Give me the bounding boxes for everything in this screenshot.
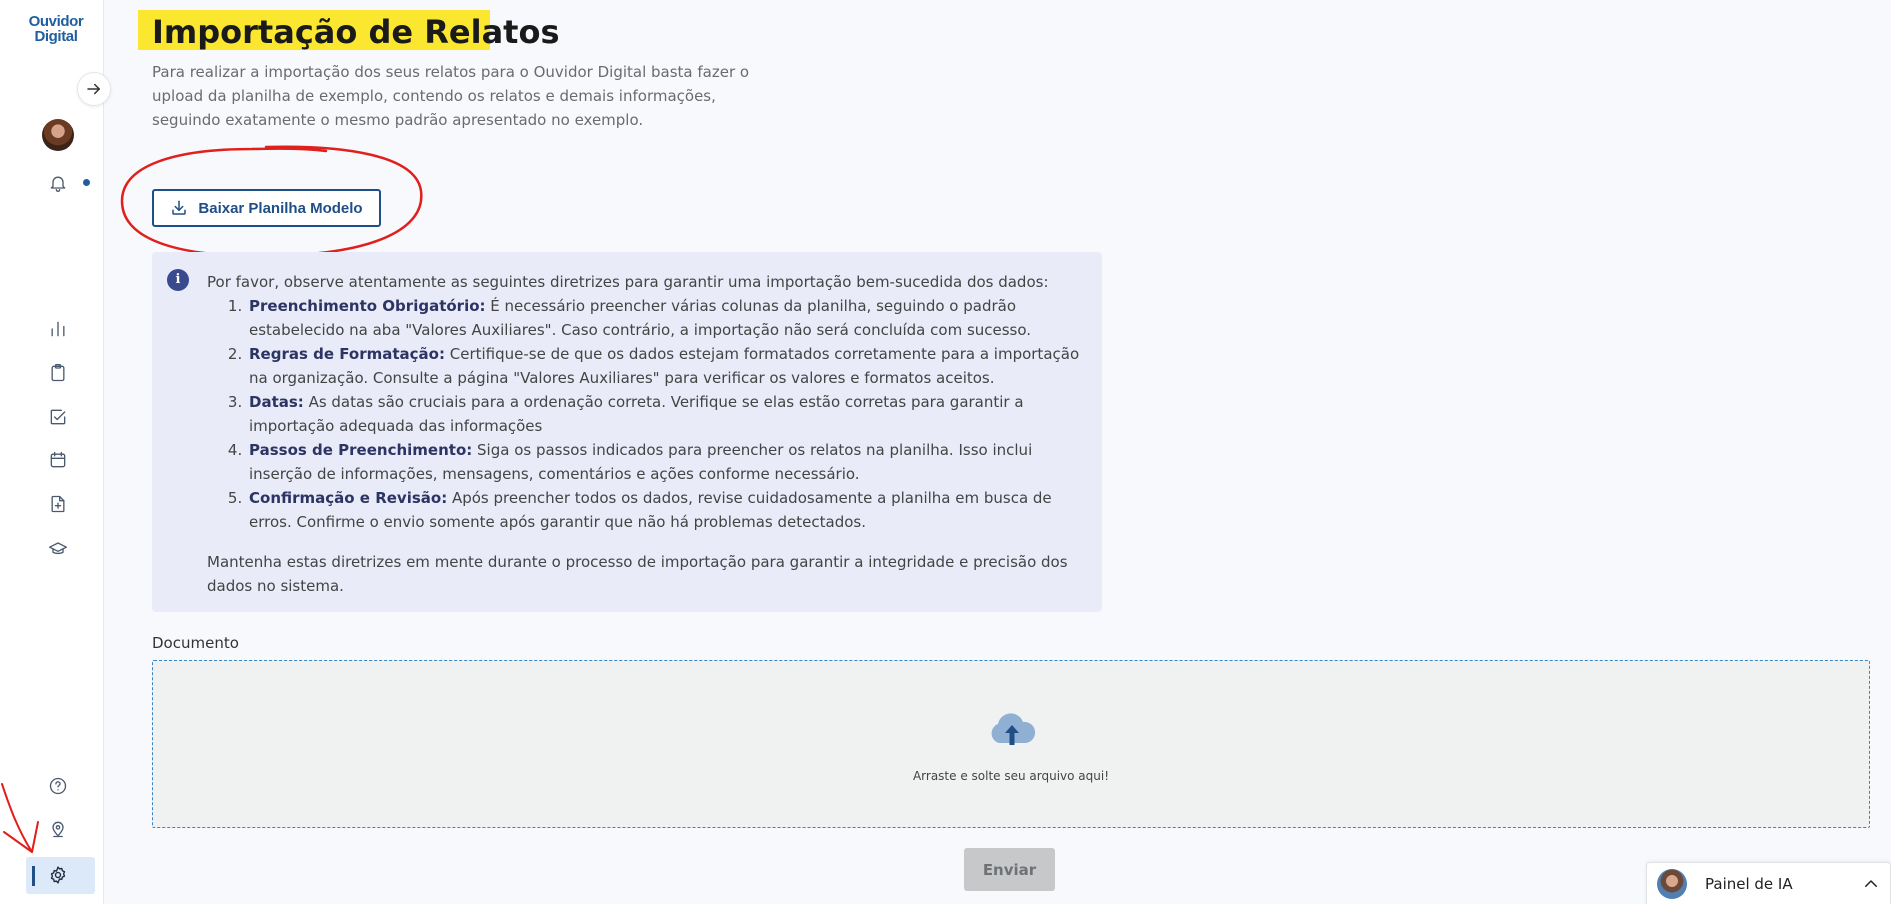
guideline-item: Preenchimento Obrigatório: É necessário … — [247, 294, 1086, 342]
guidelines-list: Preenchimento Obrigatório: É necessário … — [207, 294, 1086, 534]
checkbox-icon — [50, 409, 66, 425]
download-icon — [172, 200, 187, 215]
sidebar-item-settings[interactable] — [26, 857, 95, 894]
sidebar-item-dashboard[interactable] — [44, 315, 72, 343]
notification-dot — [83, 179, 90, 186]
guidelines-intro: Por favor, observe atentamente as seguin… — [207, 273, 1049, 291]
location-pin-icon — [52, 821, 64, 838]
bell-icon — [50, 176, 66, 192]
guideline-item: Datas: As datas são cruciais para a orde… — [247, 390, 1086, 438]
page-title: Importação de Relatos — [152, 13, 560, 51]
notifications-button[interactable] — [44, 169, 72, 197]
active-indicator — [32, 866, 35, 886]
document-label: Documento — [152, 634, 239, 652]
file-plus-icon — [51, 495, 65, 513]
arrow-right-icon — [87, 83, 100, 95]
chevron-up-icon — [1865, 880, 1877, 887]
file-dropzone[interactable]: Arraste e solte seu arquivo aqui! — [152, 660, 1870, 828]
expand-sidebar-button[interactable] — [77, 72, 111, 106]
sidebar-item-calendar[interactable] — [44, 446, 72, 474]
sidebar-item-import[interactable] — [44, 490, 72, 518]
bar-chart-icon — [51, 321, 65, 337]
sidebar-item-training[interactable] — [44, 534, 72, 562]
guidelines-closing: Mantenha estas diretrizes em mente duran… — [207, 553, 1068, 595]
ai-panel-label: Painel de IA — [1705, 874, 1793, 893]
guideline-text: As datas são cruciais para a ordenação c… — [249, 393, 1024, 435]
calendar-icon — [50, 451, 66, 468]
page-description: Para realizar a importação dos seus rela… — [152, 63, 750, 129]
guideline-item: Confirmação e Revisão: Após preencher to… — [247, 486, 1086, 534]
graduation-cap-icon — [49, 542, 68, 555]
dropzone-text: Arraste e solte seu arquivo aqui! — [912, 769, 1110, 783]
guideline-title: Confirmação e Revisão: — [249, 489, 448, 507]
help-circle-icon — [49, 777, 67, 795]
app-logo[interactable]: Ouvidor Digital — [24, 14, 88, 44]
sidebar-item-location[interactable] — [44, 815, 72, 843]
download-template-label: Baixar Planilha Modelo — [198, 199, 363, 217]
sidebar: Ouvidor Digital — [0, 0, 111, 904]
guidelines-box: i Por favor, observe atentamente as segu… — [152, 252, 1102, 612]
settings-icon-wrap — [44, 861, 72, 889]
guideline-item: Regras de Formatação: Certifique-se de q… — [247, 342, 1086, 390]
sidebar-item-help[interactable] — [44, 772, 72, 800]
sidebar-item-reports[interactable] — [44, 359, 72, 387]
logo-line-1: Ouvidor — [28, 13, 84, 30]
cloud-upload-icon — [991, 713, 1036, 745]
info-icon: i — [167, 269, 189, 291]
guideline-title: Datas: — [249, 393, 304, 411]
user-avatar[interactable] — [42, 119, 74, 151]
guideline-item: Passos de Preenchimento: Siga os passos … — [247, 438, 1086, 486]
gear-icon — [50, 866, 66, 884]
submit-button[interactable]: Enviar — [964, 848, 1055, 891]
guideline-title: Passos de Preenchimento: — [249, 441, 473, 459]
guideline-title: Regras de Formatação: — [249, 345, 445, 363]
download-template-button[interactable]: Baixar Planilha Modelo — [152, 189, 381, 227]
ai-assistant-avatar — [1657, 868, 1687, 899]
sidebar-item-tasks[interactable] — [44, 403, 72, 431]
guideline-title: Preenchimento Obrigatório: — [249, 297, 486, 315]
ai-panel-toggle[interactable]: Painel de IA — [1646, 862, 1891, 904]
clipboard-icon — [51, 364, 65, 382]
logo-line-2: Digital — [34, 28, 78, 45]
